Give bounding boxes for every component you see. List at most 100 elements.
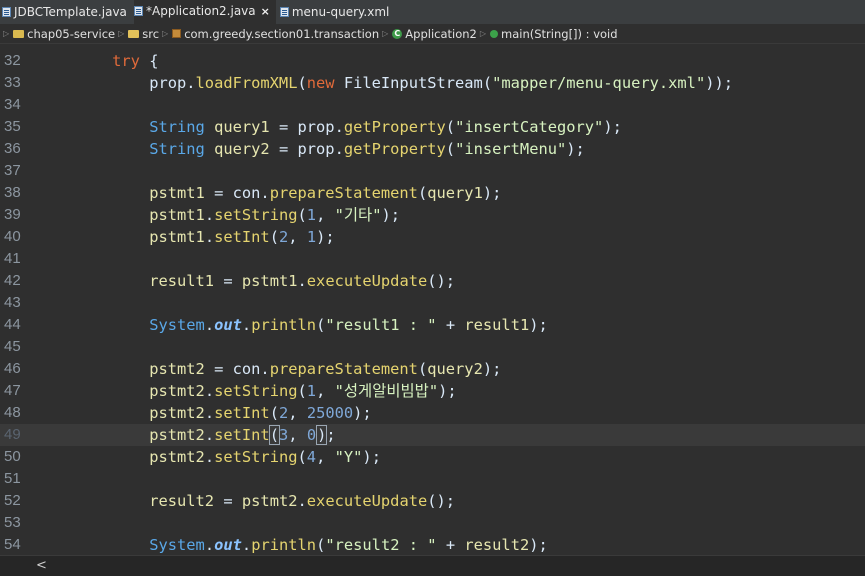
code-line[interactable]: 49 pstmt2.setInt(3, 0); [0,424,865,446]
code-line[interactable]: 52 result2 = pstmt2.executeUpdate(); [0,490,865,512]
code-token: "기타" [334,206,382,224]
code-token: + [436,316,465,334]
code-line[interactable]: 33 prop.loadFromXML(new FileInputStream(… [0,72,865,94]
code-token: result1 [464,316,530,334]
code-line[interactable]: 40 pstmt1.setInt(2, 1); [0,226,865,248]
breadcrumb-label: src [142,26,160,41]
breadcrumb-separator-icon: ▷ [118,29,125,38]
code-token: = prop. [269,118,344,136]
code-token: , [288,404,307,422]
breadcrumb-separator-icon: ▷ [479,29,487,38]
code-token: ( [297,74,307,92]
code-line[interactable]: 48 pstmt2.setInt(2, 25000); [0,402,865,424]
code-text: pstmt1 = con.prepareStatement(query1); [38,182,501,204]
tab-application2[interactable]: *Application2.java × [134,0,276,24]
code-text: pstmt2.setInt(2, 25000); [38,402,372,424]
code-line[interactable]: 34 [0,94,865,116]
code-line[interactable]: 44 System.out.println("result1 : " + res… [0,314,865,336]
code-line[interactable]: 39 pstmt1.setString(1, "기타"); [0,204,865,226]
line-number: 33 [4,74,21,91]
code-token: { [139,52,159,70]
close-icon[interactable]: × [261,5,270,18]
code-token: 4 [306,448,317,466]
scroll-left-icon[interactable]: < [36,558,47,573]
line-number: 34 [4,96,21,113]
code-token: getProperty [343,118,446,136]
code-token: "result1 : " [325,316,437,334]
breadcrumb-item-package[interactable]: com.greedy.section01.transaction [172,27,379,41]
breadcrumb: ▷ chap05-service ▷ src ▷ com.greedy.sect… [0,24,865,44]
code-line[interactable]: 45 [0,336,865,358]
code-line[interactable]: 47 pstmt2.setString(1, "성게알비빔밥"); [0,380,865,402]
code-token: 0 [306,426,317,444]
breadcrumb-item-class[interactable]: C Application2 [392,27,477,41]
code-editor[interactable]: 31 32 try {33 prop.loadFromXML(new FileI… [0,45,865,555]
code-token: pstmt1 [149,206,205,224]
code-token: pstmt2 [149,360,205,378]
code-line[interactable]: 37 [0,160,865,182]
code-token: query1 [427,184,483,202]
code-line[interactable]: 35 String query1 = prop.getProperty("ins… [0,116,865,138]
code-token: result2 [464,536,530,554]
code-token: pstmt2 [241,492,298,510]
code-line[interactable]: 38 pstmt1 = con.prepareStatement(query1)… [0,182,865,204]
code-text: String query2 = prop.getProperty("insert… [38,138,585,160]
java-file-icon [2,7,11,17]
code-token: , [288,228,307,246]
code-token: "insertCategory" [455,118,604,136]
breadcrumb-item-project[interactable]: chap05-service [13,27,115,41]
code-text: pstmt2.setInt(3, 0); [38,424,336,446]
code-token: System [149,536,205,554]
code-token: ); [362,448,381,466]
code-text: pstmt2.setString(1, "성게알비빔밥"); [38,380,457,402]
line-number: 51 [4,470,21,487]
code-token: pstmt2 [149,448,205,466]
code-line[interactable]: 41 [0,248,865,270]
line-number: 48 [4,404,21,421]
code-line[interactable]: 32 try { [0,50,865,72]
code-token: . [204,228,215,246]
package-icon [172,29,182,38]
code-line[interactable]: 51 [0,468,865,490]
code-token: "mapper/menu-query.xml" [492,74,706,92]
code-token: executeUpdate [306,492,428,510]
code-token: ); [529,536,548,554]
code-text: result2 = pstmt2.executeUpdate(); [38,490,455,512]
code-token: 2 [278,404,289,422]
code-token: setString [214,382,298,400]
code-token: . [241,536,252,554]
horizontal-scrollbar[interactable]: < [0,555,865,576]
code-line[interactable]: 50 pstmt2.setString(4, "Y"); [0,446,865,468]
code-line[interactable]: 36 String query2 = prop.getProperty("ins… [0,138,865,160]
code-line[interactable]: 42 result1 = pstmt1.executeUpdate(); [0,270,865,292]
code-token: ( [316,316,326,334]
code-token: pstmt1 [241,272,298,290]
code-line[interactable]: 43 [0,292,865,314]
tab-jdbctemplate[interactable]: JDBCTemplate.java [0,0,134,24]
code-token: 1 [306,228,317,246]
code-line[interactable]: 53 [0,512,865,534]
line-number: 35 [4,118,21,135]
code-token: query2 [427,360,483,378]
code-token: = con. [204,184,270,202]
line-number: 38 [4,184,21,201]
breadcrumb-item-method[interactable]: main(String[]) : void [490,27,618,41]
code-line[interactable]: 54 System.out.println("result2 : " + res… [0,534,865,555]
breadcrumb-separator-icon: ▷ [162,29,169,38]
code-token: ); [438,382,457,400]
code-token: loadFromXML [195,74,298,92]
code-token: ( [417,360,428,378]
breadcrumb-item-src[interactable]: src [128,27,159,41]
code-line[interactable]: 46 pstmt2 = con.prepareStatement(query2)… [0,358,865,380]
code-text: result1 = pstmt1.executeUpdate(); [38,270,455,292]
code-token: ( [445,140,456,158]
code-token: . [204,382,215,400]
code-token: (); [427,272,456,290]
tab-menu-query[interactable]: menu-query.xml [278,0,395,24]
